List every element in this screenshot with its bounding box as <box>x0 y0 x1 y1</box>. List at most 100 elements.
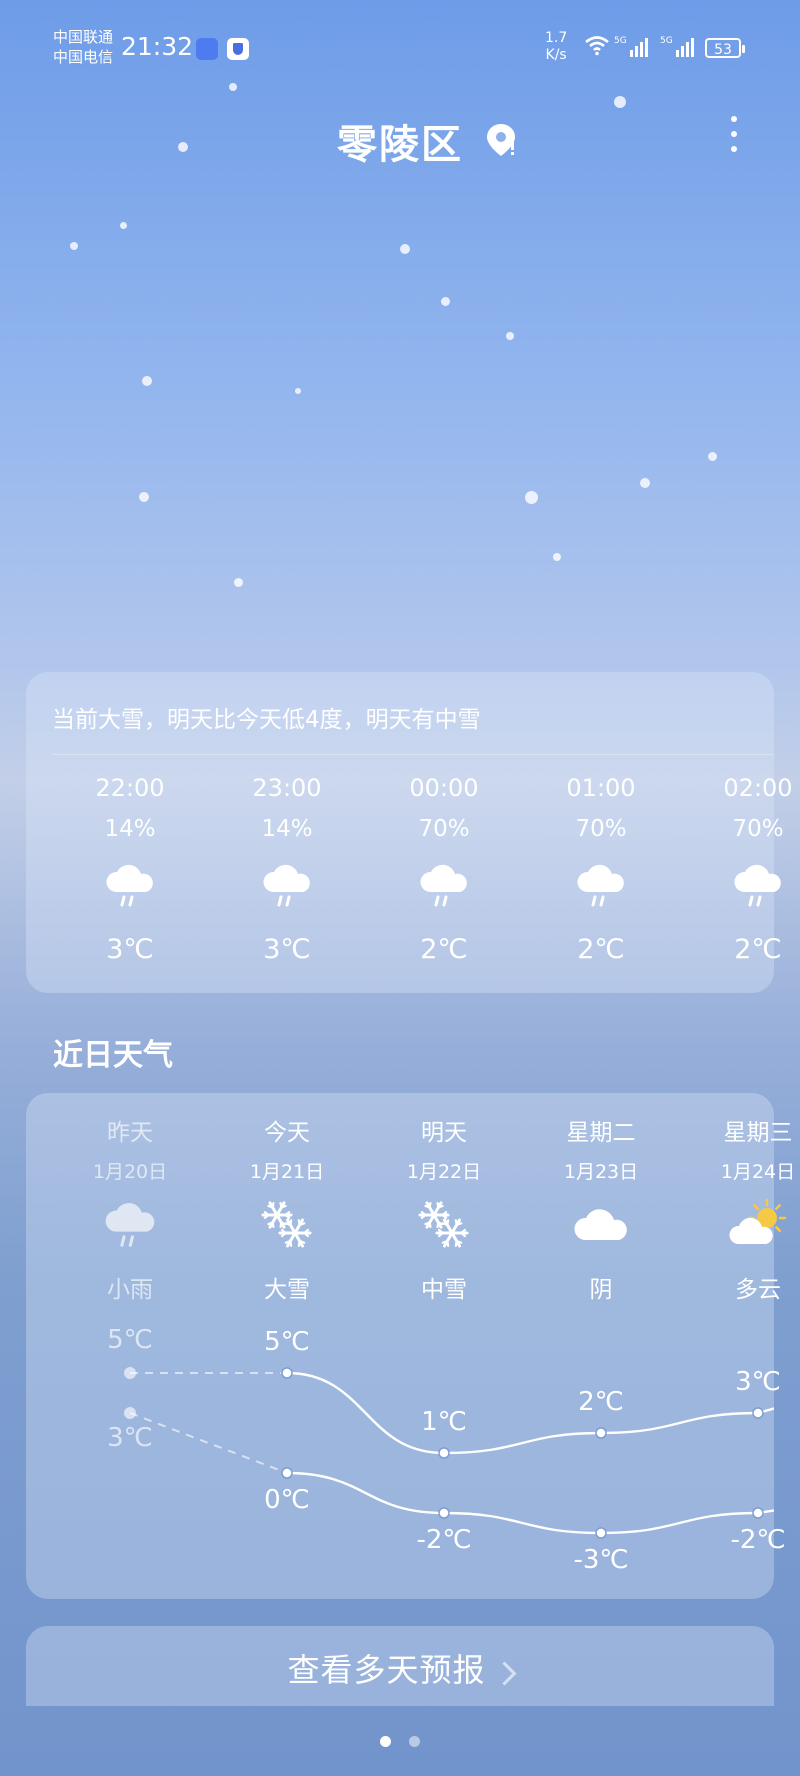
daily-item[interactable]: 星期二 1月23日阴 <box>531 1113 671 1304</box>
precip-probability: 14% <box>104 816 156 842</box>
signal-icon-2: 5G <box>660 36 694 57</box>
high-temp-label: 3℃ <box>735 1367 781 1397</box>
hourly-item: 02:00 70% 2℃ <box>688 774 800 965</box>
net-type-1: 5G <box>614 36 627 46</box>
snow-particle <box>400 244 410 254</box>
daily-forecast-card: 昨天 1月20日 小雨 今天 1月21日 大雪 明天 1月22日 中雪 星期二 1月23日阴 星期三 1… <box>26 1093 795 1599</box>
precip-probability: 70% <box>575 816 627 842</box>
snow-particle <box>234 578 243 587</box>
snow-particle <box>614 96 626 108</box>
hour-temp: 2℃ <box>577 934 625 965</box>
day-date: 1月24日 <box>720 1161 796 1183</box>
page-dot[interactable] <box>409 1736 420 1747</box>
low-temp-label: 0℃ <box>264 1485 310 1515</box>
page-dot-active[interactable] <box>380 1736 391 1747</box>
hour-temp: 3℃ <box>106 934 154 965</box>
daily-item[interactable]: 星期三 1月24日多云 <box>688 1113 800 1304</box>
temperature-trend-chart <box>124 1367 774 1539</box>
high-temp-point <box>595 1427 607 1439</box>
day-date: 1月22日 <box>406 1161 482 1183</box>
daily-item[interactable]: 昨天 1月20日 小雨 <box>60 1113 200 1304</box>
hour-time: 02:00 <box>723 774 793 802</box>
snow-particle <box>120 222 127 229</box>
high-temp-point <box>281 1367 293 1379</box>
hour-time: 01:00 <box>566 774 636 802</box>
low-temp-label: -3℃ <box>573 1545 629 1575</box>
chevron-right-icon <box>491 1661 517 1686</box>
low-temp-point <box>595 1527 607 1539</box>
snow-particle <box>553 553 561 561</box>
snow-particle <box>229 83 237 91</box>
high-temp-label: 5℃ <box>107 1325 153 1355</box>
more-forecast-button[interactable]: 查看多天预报 <box>26 1626 774 1706</box>
hourly-item: 22:00 14% 3℃ <box>60 774 200 965</box>
day-weather: 阴 <box>589 1277 613 1303</box>
snowflake-icon <box>258 1198 316 1252</box>
snow-particle <box>70 242 78 250</box>
day-weather: 多云 <box>735 1277 781 1303</box>
signal-icon-1: 5G <box>614 36 648 57</box>
precip-probability: 14% <box>261 816 313 842</box>
day-weather: 大雪 <box>264 1277 310 1303</box>
day-weather: 中雪 <box>421 1277 467 1303</box>
page-indicator <box>0 1732 800 1751</box>
clock: 21:32 <box>121 32 194 61</box>
city-title[interactable]: 零陵区 <box>0 112 800 170</box>
location-pin-icon[interactable] <box>484 122 518 160</box>
divider <box>52 754 774 755</box>
low-temp-point <box>124 1407 136 1419</box>
status-bar: 中国联通 中国电信 21:32 1.7 K/s 5G 5G 53 <box>0 0 800 100</box>
day-date: 1月20日 <box>92 1161 168 1183</box>
day-name: 星期二 <box>566 1120 636 1146</box>
precip-probability: 70% <box>732 816 784 842</box>
hourly-item: 23:00 14% 3℃ <box>217 774 357 965</box>
snow-particle <box>708 452 717 461</box>
daily-item[interactable]: 明天 1月22日中雪 <box>374 1113 514 1304</box>
day-date: 1月23日 <box>563 1161 639 1183</box>
rain-cloud-icon <box>261 860 313 910</box>
cloud-icon <box>572 1198 630 1252</box>
hourly-item: 00:00 70% 2℃ <box>374 774 514 965</box>
more-options-icon[interactable] <box>727 112 741 160</box>
snow-particle <box>139 492 149 502</box>
partly-cloudy-icon <box>729 1198 787 1252</box>
rain-cloud-icon <box>418 860 470 910</box>
carrier-1: 中国联通 <box>53 28 114 46</box>
day-weather: 小雨 <box>107 1277 153 1303</box>
network-speed: 1.7 K/s <box>545 30 568 63</box>
hour-time: 23:00 <box>252 774 322 802</box>
notification-app-icon <box>196 38 218 60</box>
net-type-2: 5G <box>660 36 673 46</box>
day-name: 明天 <box>421 1120 467 1146</box>
hour-time: 00:00 <box>409 774 479 802</box>
hour-temp: 2℃ <box>420 934 468 965</box>
snow-particle <box>640 478 650 488</box>
carriers: 中国联通 中国电信 <box>53 27 113 67</box>
rain-cloud-icon <box>101 1198 159 1252</box>
weather-summary: 当前大雪，明天比今天低4度，明天有中雪 <box>52 707 481 733</box>
low-temp-point <box>281 1467 293 1479</box>
rain-cloud-icon <box>104 860 156 910</box>
snowflake-icon <box>415 1198 473 1252</box>
shield-icon <box>227 38 249 60</box>
high-temp-line <box>286 1371 774 1455</box>
battery-indicator: 53 <box>705 38 745 58</box>
low-temp-point <box>438 1507 450 1519</box>
precip-probability: 70% <box>418 816 470 842</box>
snow-particle <box>142 376 152 386</box>
rain-cloud-icon <box>575 860 627 910</box>
day-date: 1月21日 <box>249 1161 325 1183</box>
more-forecast-label: 查看多天预报 <box>287 1651 486 1689</box>
hour-temp: 3℃ <box>263 934 311 965</box>
hour-time: 22:00 <box>95 774 165 802</box>
high-temp-point <box>438 1447 450 1459</box>
day-name: 星期三 <box>723 1120 793 1146</box>
low-temp-label: -2℃ <box>730 1525 786 1555</box>
low-temp-line <box>286 1471 774 1535</box>
hour-temp: 2℃ <box>734 934 782 965</box>
snow-particle <box>506 332 514 340</box>
recent-weather-title: 近日天气 <box>53 1038 173 1073</box>
low-temp-label: -2℃ <box>416 1525 472 1555</box>
day-name: 今天 <box>264 1120 310 1146</box>
daily-item[interactable]: 今天 1月21日大雪 <box>217 1113 357 1304</box>
